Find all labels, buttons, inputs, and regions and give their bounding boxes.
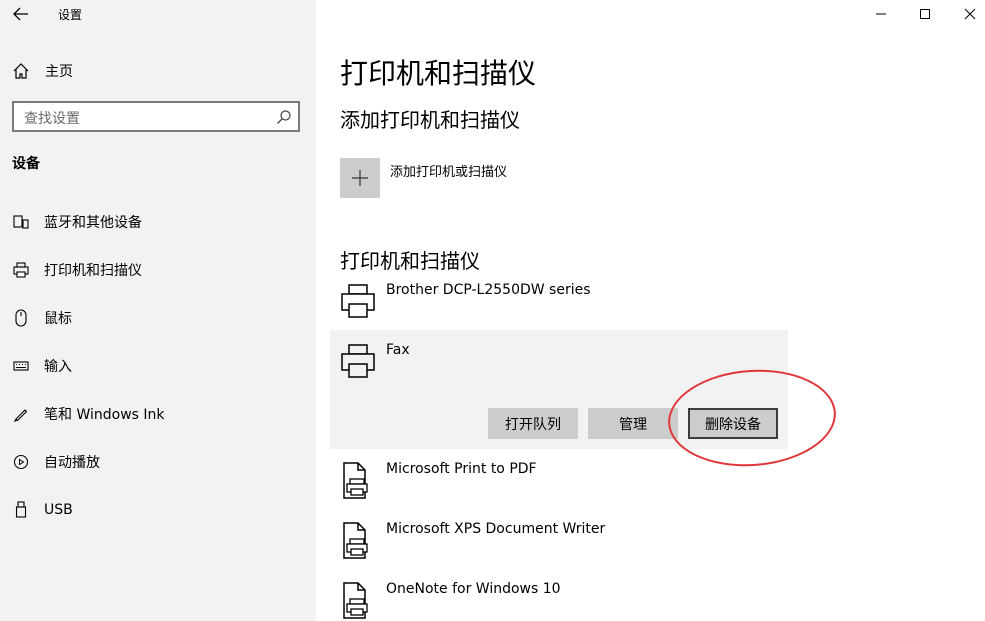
printer-icon: [341, 344, 375, 378]
open-queue-button[interactable]: 打开队列: [488, 408, 578, 439]
page-title: 打印机和扫描仪: [340, 57, 537, 90]
sidebar-item-pen[interactable]: 笔和 Windows Ink: [12, 402, 165, 426]
mouse-icon: [12, 309, 30, 327]
close-button[interactable]: [947, 0, 985, 28]
pen-icon: [12, 406, 30, 422]
sidebar: 设置 主页 查找设置 设备 蓝牙和其他设备 打印机和扫描仪 鼠标 输入 笔和 W…: [0, 0, 316, 621]
search-placeholder: 查找设置: [24, 111, 80, 127]
sidebar-item-autoplay[interactable]: 自动播放: [12, 450, 100, 474]
printer-name: Brother DCP-L2550DW series: [386, 282, 591, 298]
printer-icon: [341, 284, 375, 318]
section-title-devices: 设备: [12, 156, 40, 172]
sidebar-item-label: 输入: [44, 359, 72, 375]
document-printer-icon: [343, 582, 368, 619]
home-icon: [13, 63, 29, 79]
bluetooth-devices-icon: [12, 214, 30, 230]
sidebar-item-usb[interactable]: USB: [12, 498, 73, 522]
autoplay-icon: [12, 454, 30, 470]
search-icon: [277, 110, 291, 124]
search-input[interactable]: 查找设置: [12, 101, 300, 132]
add-printer-label[interactable]: 添加打印机或扫描仪: [390, 161, 507, 180]
sidebar-item-label: 鼠标: [44, 311, 72, 327]
sidebar-item-label: 自动播放: [44, 455, 100, 471]
printer-name: Fax: [386, 342, 410, 358]
usb-icon: [12, 501, 30, 519]
document-printer-icon: [343, 522, 368, 559]
back-button[interactable]: [8, 2, 34, 26]
printer-item-pdf[interactable]: Microsoft Print to PDF: [340, 461, 780, 501]
sidebar-item-label: USB: [44, 502, 73, 518]
add-section-title: 添加打印机和扫描仪: [340, 108, 520, 132]
back-arrow-icon: [13, 7, 28, 21]
document-printer-icon: [343, 462, 368, 499]
home-label: 主页: [45, 64, 73, 80]
printers-section-title: 打印机和扫描仪: [340, 249, 480, 273]
sidebar-home[interactable]: 主页: [12, 60, 73, 82]
add-printer-button[interactable]: [340, 158, 380, 198]
printer-icon: [12, 262, 30, 278]
manage-button[interactable]: 管理: [588, 408, 678, 439]
close-icon: [964, 8, 976, 20]
sidebar-item-label: 蓝牙和其他设备: [44, 215, 142, 231]
printer-item-xps[interactable]: Microsoft XPS Document Writer: [340, 521, 780, 561]
keyboard-icon: [12, 360, 30, 372]
plus-icon: [352, 170, 368, 186]
sidebar-item-bluetooth[interactable]: 蓝牙和其他设备: [12, 210, 142, 234]
sidebar-item-mouse[interactable]: 鼠标: [12, 306, 72, 330]
sidebar-item-label: 笔和 Windows Ink: [44, 407, 165, 423]
printer-name: OneNote for Windows 10: [386, 581, 561, 597]
maximize-icon: [920, 9, 930, 19]
printer-item-brother[interactable]: Brother DCP-L2550DW series: [340, 282, 780, 322]
maximize-button[interactable]: [902, 0, 948, 28]
minimize-button[interactable]: [858, 0, 904, 28]
sidebar-item-label: 打印机和扫描仪: [44, 263, 142, 279]
window-title: 设置: [58, 8, 83, 22]
minimize-icon: [876, 13, 886, 15]
sidebar-item-input[interactable]: 输入: [12, 354, 72, 378]
printer-name: Microsoft XPS Document Writer: [386, 521, 606, 537]
printer-name: Microsoft Print to PDF: [386, 461, 537, 477]
sidebar-item-printers[interactable]: 打印机和扫描仪: [12, 258, 142, 282]
printer-item-onenote[interactable]: OneNote for Windows 10: [340, 581, 780, 621]
